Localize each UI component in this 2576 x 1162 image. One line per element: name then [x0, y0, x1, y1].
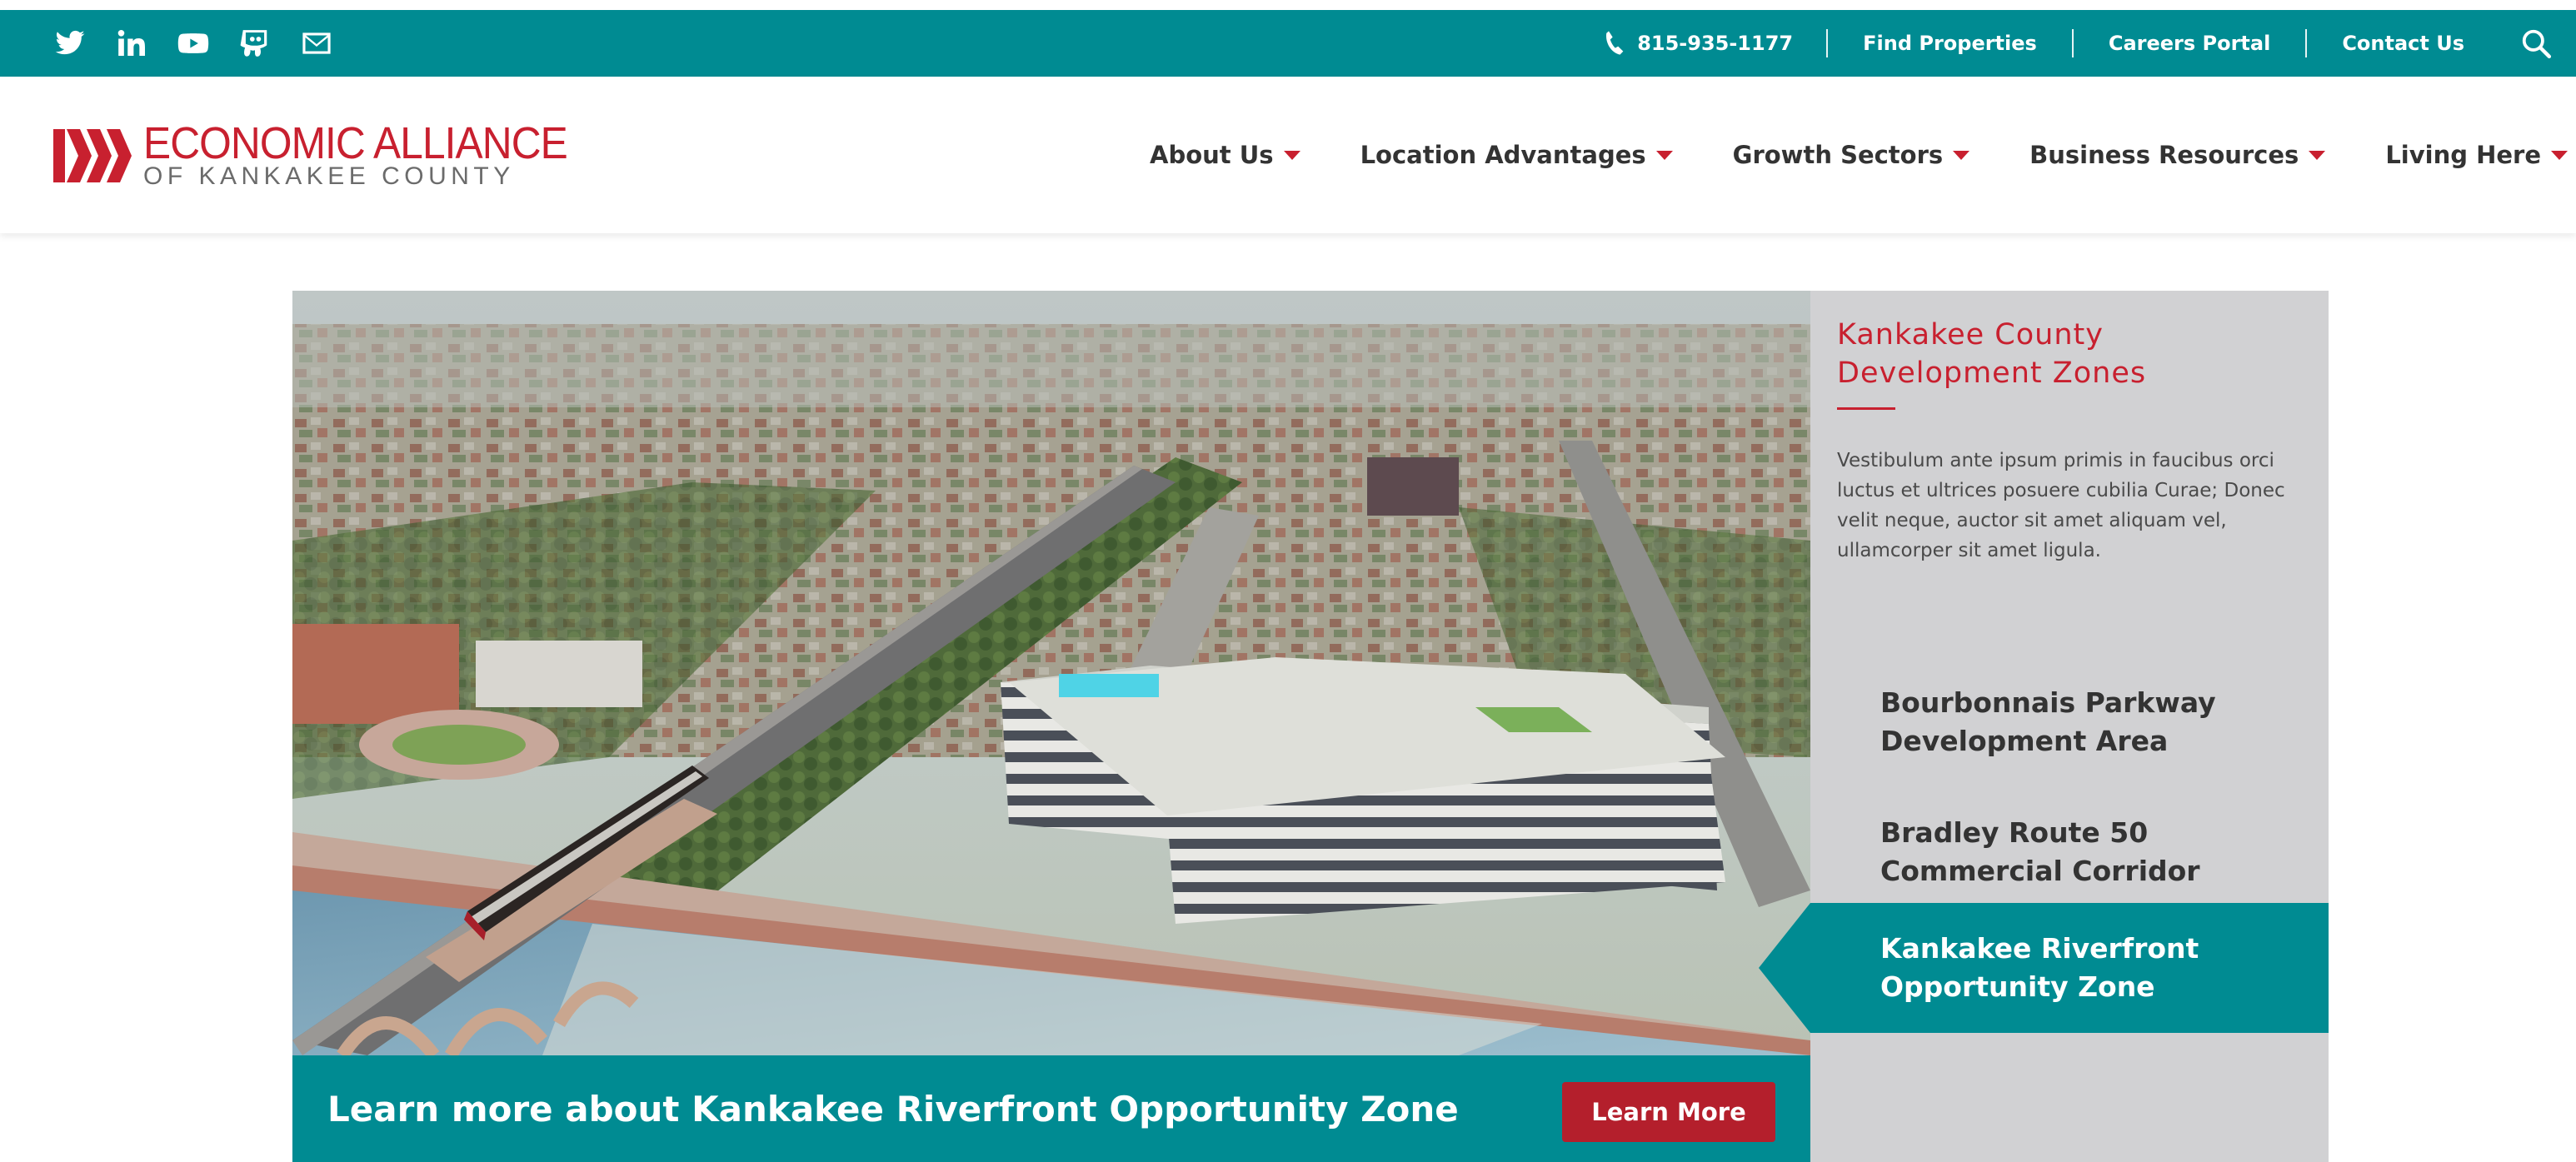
site-logo[interactable]: ECONOMIC ALLIANCE OF KANKAKEE COUNTY — [52, 120, 604, 192]
logo-line-1: ECONOMIC ALLIANCE — [143, 118, 568, 168]
contact-us-link[interactable]: Contact Us — [2307, 32, 2496, 55]
nav-label: Growth Sectors — [1732, 141, 1944, 169]
logo-wordmark: ECONOMIC ALLIANCE OF KANKAKEE COUNTY — [143, 118, 604, 189]
zone-kankakee-riverfront-active[interactable]: Kankakee Riverfront Opportunity Zone — [1759, 903, 2329, 1033]
twitter-icon[interactable] — [52, 25, 88, 62]
caret-down-icon — [2551, 150, 2568, 160]
zone-label: Bradley Route 50 Commercial Corridor — [1880, 816, 2200, 887]
main-header: ECONOMIC ALLIANCE OF KANKAKEE COUNTY Abo… — [0, 77, 2576, 233]
divider — [2071, 29, 2074, 57]
hero-image — [292, 291, 1810, 1162]
nav-label: About Us — [1150, 141, 1274, 169]
title-underline — [1837, 407, 1895, 410]
zone-bourbonnais-parkway[interactable]: Bourbonnais Parkway Development Area — [1810, 657, 2329, 787]
phone-link[interactable]: 815-935-1177 — [1602, 30, 1826, 57]
zone-label: Kankakee Riverfront Opportunity Zone — [1880, 932, 2199, 1003]
search-icon — [2522, 29, 2552, 59]
main-nav: About Us Location Advantages Growth Sect… — [1090, 77, 2568, 233]
email-icon[interactable] — [298, 25, 335, 62]
nav-label: Business Resources — [2029, 141, 2299, 169]
social-links — [52, 10, 335, 77]
phone-icon — [1606, 31, 1624, 55]
panel-title: Kankakee County Development Zones — [1837, 318, 2147, 390]
divider — [1826, 29, 1829, 57]
caret-down-icon — [1283, 150, 1300, 160]
utility-bar: 815-935-1177 Find Properties Careers Por… — [0, 10, 2576, 77]
search-button[interactable] — [2496, 27, 2576, 59]
nav-business-resources[interactable]: Business Resources — [2029, 141, 2326, 169]
nav-label: Living Here — [2385, 141, 2541, 169]
divider — [2305, 29, 2308, 57]
caret-down-icon — [1953, 150, 1970, 160]
zone-label: Bourbonnais Parkway Development Area — [1880, 686, 2216, 757]
zone-bradley-route-50[interactable]: Bradley Route 50 Commercial Corridor — [1810, 787, 2329, 917]
caret-down-icon — [1655, 150, 1673, 160]
logo-chevrons-icon — [53, 129, 132, 182]
utility-links: 815-935-1177 Find Properties Careers Por… — [1602, 10, 2576, 77]
nav-label: Location Advantages — [1360, 141, 1646, 169]
nav-about-us[interactable]: About Us — [1150, 141, 1300, 169]
panel-description: Vestibulum ante ipsum primis in faucibus… — [1837, 450, 2285, 561]
caret-down-icon — [2309, 150, 2326, 160]
nav-living-here[interactable]: Living Here — [2385, 141, 2568, 169]
nav-growth-sectors[interactable]: Growth Sectors — [1733, 141, 1970, 169]
slideshare-icon[interactable] — [237, 25, 273, 62]
hero-cta-bar: Learn more about Kankakee Riverfront Opp… — [292, 1055, 1810, 1162]
development-zones-panel: Kankakee County Development Zones Vestib… — [1759, 291, 2329, 1162]
linkedin-icon[interactable] — [113, 25, 150, 62]
phone-number: 815-935-1177 — [1637, 32, 1794, 55]
nav-location-advantages[interactable]: Location Advantages — [1360, 141, 1673, 169]
learn-more-button[interactable]: Learn More — [1562, 1082, 1775, 1142]
cta-text: Learn more about Kankakee Riverfront Opp… — [327, 1088, 1459, 1130]
youtube-icon[interactable] — [175, 25, 212, 62]
careers-portal-link[interactable]: Careers Portal — [2074, 32, 2305, 55]
find-properties-link[interactable]: Find Properties — [1828, 32, 2072, 55]
